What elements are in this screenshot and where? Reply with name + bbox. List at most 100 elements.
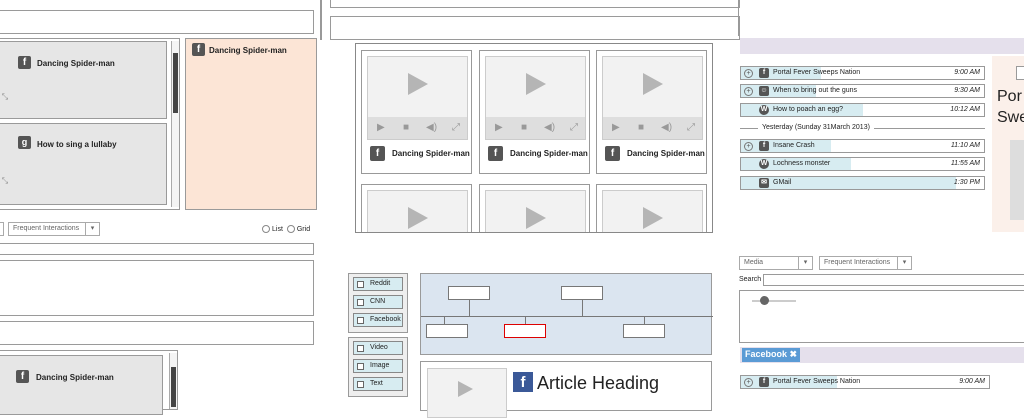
play-small-icon[interactable]: ▶ (377, 122, 385, 133)
scroll-thumb[interactable] (173, 53, 178, 113)
stop-icon[interactable]: ■ (403, 122, 409, 133)
list-radio[interactable] (262, 225, 270, 233)
card[interactable]: g How to sing a lullaby ⤡ (0, 123, 167, 205)
checkbox[interactable] (357, 317, 364, 324)
frequent-interactions-dropdown[interactable]: Frequent Interactions ▾ (8, 222, 100, 236)
volume-icon[interactable]: ◀) (661, 122, 672, 133)
video-controls: ▶ ■ ◀) ⤢ (603, 117, 702, 139)
play-icon[interactable] (408, 73, 428, 95)
volume-icon[interactable]: ◀) (544, 122, 555, 133)
slider-handle[interactable] (760, 296, 769, 305)
highlight-card[interactable]: f Dancing Spider-man (185, 38, 317, 210)
filter-text[interactable]: Text (353, 377, 403, 391)
stop-icon[interactable]: ■ (521, 122, 527, 133)
feed-row[interactable]: W Lochness monster 11:55 AM (740, 157, 985, 171)
video-controls: ▶ ■ ◀) ⤢ (368, 117, 467, 139)
card[interactable]: f Dancing Spider-man ⤡ (0, 41, 167, 119)
checkbox[interactable] (357, 345, 364, 352)
play-small-icon[interactable]: ▶ (612, 122, 620, 133)
fullscreen-icon[interactable]: ⤢ (570, 122, 578, 133)
search-input[interactable] (763, 274, 1024, 286)
play-icon[interactable] (643, 207, 663, 229)
video-card[interactable]: ▶ ■ ◀) ⤢ f Dancing Spider-man (479, 50, 590, 174)
feed-row[interactable]: W How to poach an egg? 10:12 AM (740, 103, 985, 117)
play-icon[interactable] (458, 381, 473, 397)
dropdown-value: Frequent Interactions (824, 259, 891, 266)
frequent-interactions-dropdown[interactable]: Frequent Interactions ▾ (819, 256, 912, 270)
checkbox[interactable] (357, 299, 364, 306)
play-icon[interactable] (643, 73, 663, 95)
article-panel: f Article Heading (420, 361, 712, 418)
facebook-icon: f (192, 43, 205, 56)
tree-node[interactable] (561, 286, 603, 300)
expand-icon[interactable]: ⤡ (0, 92, 10, 102)
tree-node[interactable] (448, 286, 490, 300)
play-small-icon[interactable]: ▶ (495, 122, 503, 133)
fullscreen-icon[interactable]: ⤢ (452, 122, 460, 133)
video-title: Dancing Spider-man (627, 149, 705, 158)
video-card[interactable] (596, 184, 707, 232)
play-icon[interactable] (526, 73, 546, 95)
date-divider: Yesterday (Sunday 31March 2013) (758, 124, 874, 131)
feed-row[interactable]: + f Insane Crash 11:10 AM (740, 139, 985, 153)
card[interactable]: f Dancing Spider-man (0, 355, 163, 415)
feed-row[interactable]: + f Portal Fever Sweeps Nation 9:00 AM (740, 375, 990, 389)
feed-text: Lochness monster (773, 160, 831, 167)
input-bar[interactable] (0, 321, 314, 345)
text-area[interactable] (0, 260, 314, 316)
play-icon[interactable] (526, 207, 546, 229)
tree-node[interactable] (426, 324, 468, 338)
play-icon[interactable] (408, 207, 428, 229)
dropdown-edge[interactable] (0, 222, 4, 236)
facebook-icon: f (759, 377, 769, 387)
reddit-icon: ☺ (759, 86, 769, 96)
feed-row[interactable]: ✉ GMail 1:30 PM (740, 176, 985, 190)
volume-icon[interactable]: ◀) (426, 122, 437, 133)
filter-video[interactable]: Video (353, 341, 403, 355)
facebook-icon: f (605, 146, 620, 161)
video-card[interactable] (361, 184, 472, 232)
facebook-tag[interactable]: Facebook ✖ (742, 348, 801, 362)
add-icon[interactable]: + (744, 69, 753, 78)
filter-cnn[interactable]: CNN (353, 295, 403, 309)
scroll-thumb[interactable] (171, 367, 176, 407)
feed-row[interactable]: + f Portal Fever Sweeps Nation 9:00 AM (740, 66, 985, 80)
checkbox[interactable] (357, 381, 364, 388)
filter-label: Reddit (370, 280, 391, 287)
stop-icon[interactable]: ■ (638, 122, 644, 133)
video-card[interactable] (479, 184, 590, 232)
add-icon[interactable]: + (744, 87, 753, 96)
preview-box (1016, 66, 1024, 80)
slider-track[interactable] (752, 300, 796, 302)
add-icon[interactable]: + (744, 142, 753, 151)
video-card[interactable]: ▶ ■ ◀) ⤢ f Dancing Spider-man (596, 50, 707, 174)
feed-text: Portal Fever Sweeps Nation (773, 378, 861, 385)
checkbox[interactable] (357, 363, 364, 370)
feed-row[interactable]: + ☺ When to bring out the guns 9:30 AM (740, 84, 985, 98)
search-input[interactable] (0, 243, 314, 255)
type-filter: Video Image Text (348, 337, 408, 397)
scrollbar[interactable] (169, 353, 177, 409)
article-video[interactable] (427, 368, 507, 418)
search-bar[interactable] (330, 16, 740, 40)
add-icon[interactable]: + (744, 378, 753, 387)
grid-radio[interactable] (286, 225, 295, 233)
fullscreen-icon[interactable]: ⤢ (687, 122, 695, 133)
top-input-bar[interactable] (0, 10, 314, 34)
search-results-area (739, 290, 1024, 343)
tree-node[interactable] (623, 324, 665, 338)
checkbox[interactable] (357, 281, 364, 288)
video-card[interactable]: ▶ ■ ◀) ⤢ f Dancing Spider-man (361, 50, 472, 174)
filter-facebook[interactable]: Facebook (353, 313, 403, 327)
preview-scrollbar[interactable] (1010, 140, 1024, 220)
tree-node-selected[interactable] (504, 324, 546, 338)
facebook-icon: f (16, 370, 29, 383)
chevron-down-icon: ▾ (897, 257, 911, 269)
filter-image[interactable]: Image (353, 359, 403, 373)
filter-reddit[interactable]: Reddit (353, 277, 403, 291)
card-title: Dancing Spider-man (209, 46, 287, 55)
expand-icon[interactable]: ⤡ (0, 176, 10, 186)
media-dropdown[interactable]: Media ▾ (739, 256, 813, 270)
scrollbar[interactable] (171, 41, 179, 207)
close-icon[interactable]: ✖ (790, 349, 798, 359)
